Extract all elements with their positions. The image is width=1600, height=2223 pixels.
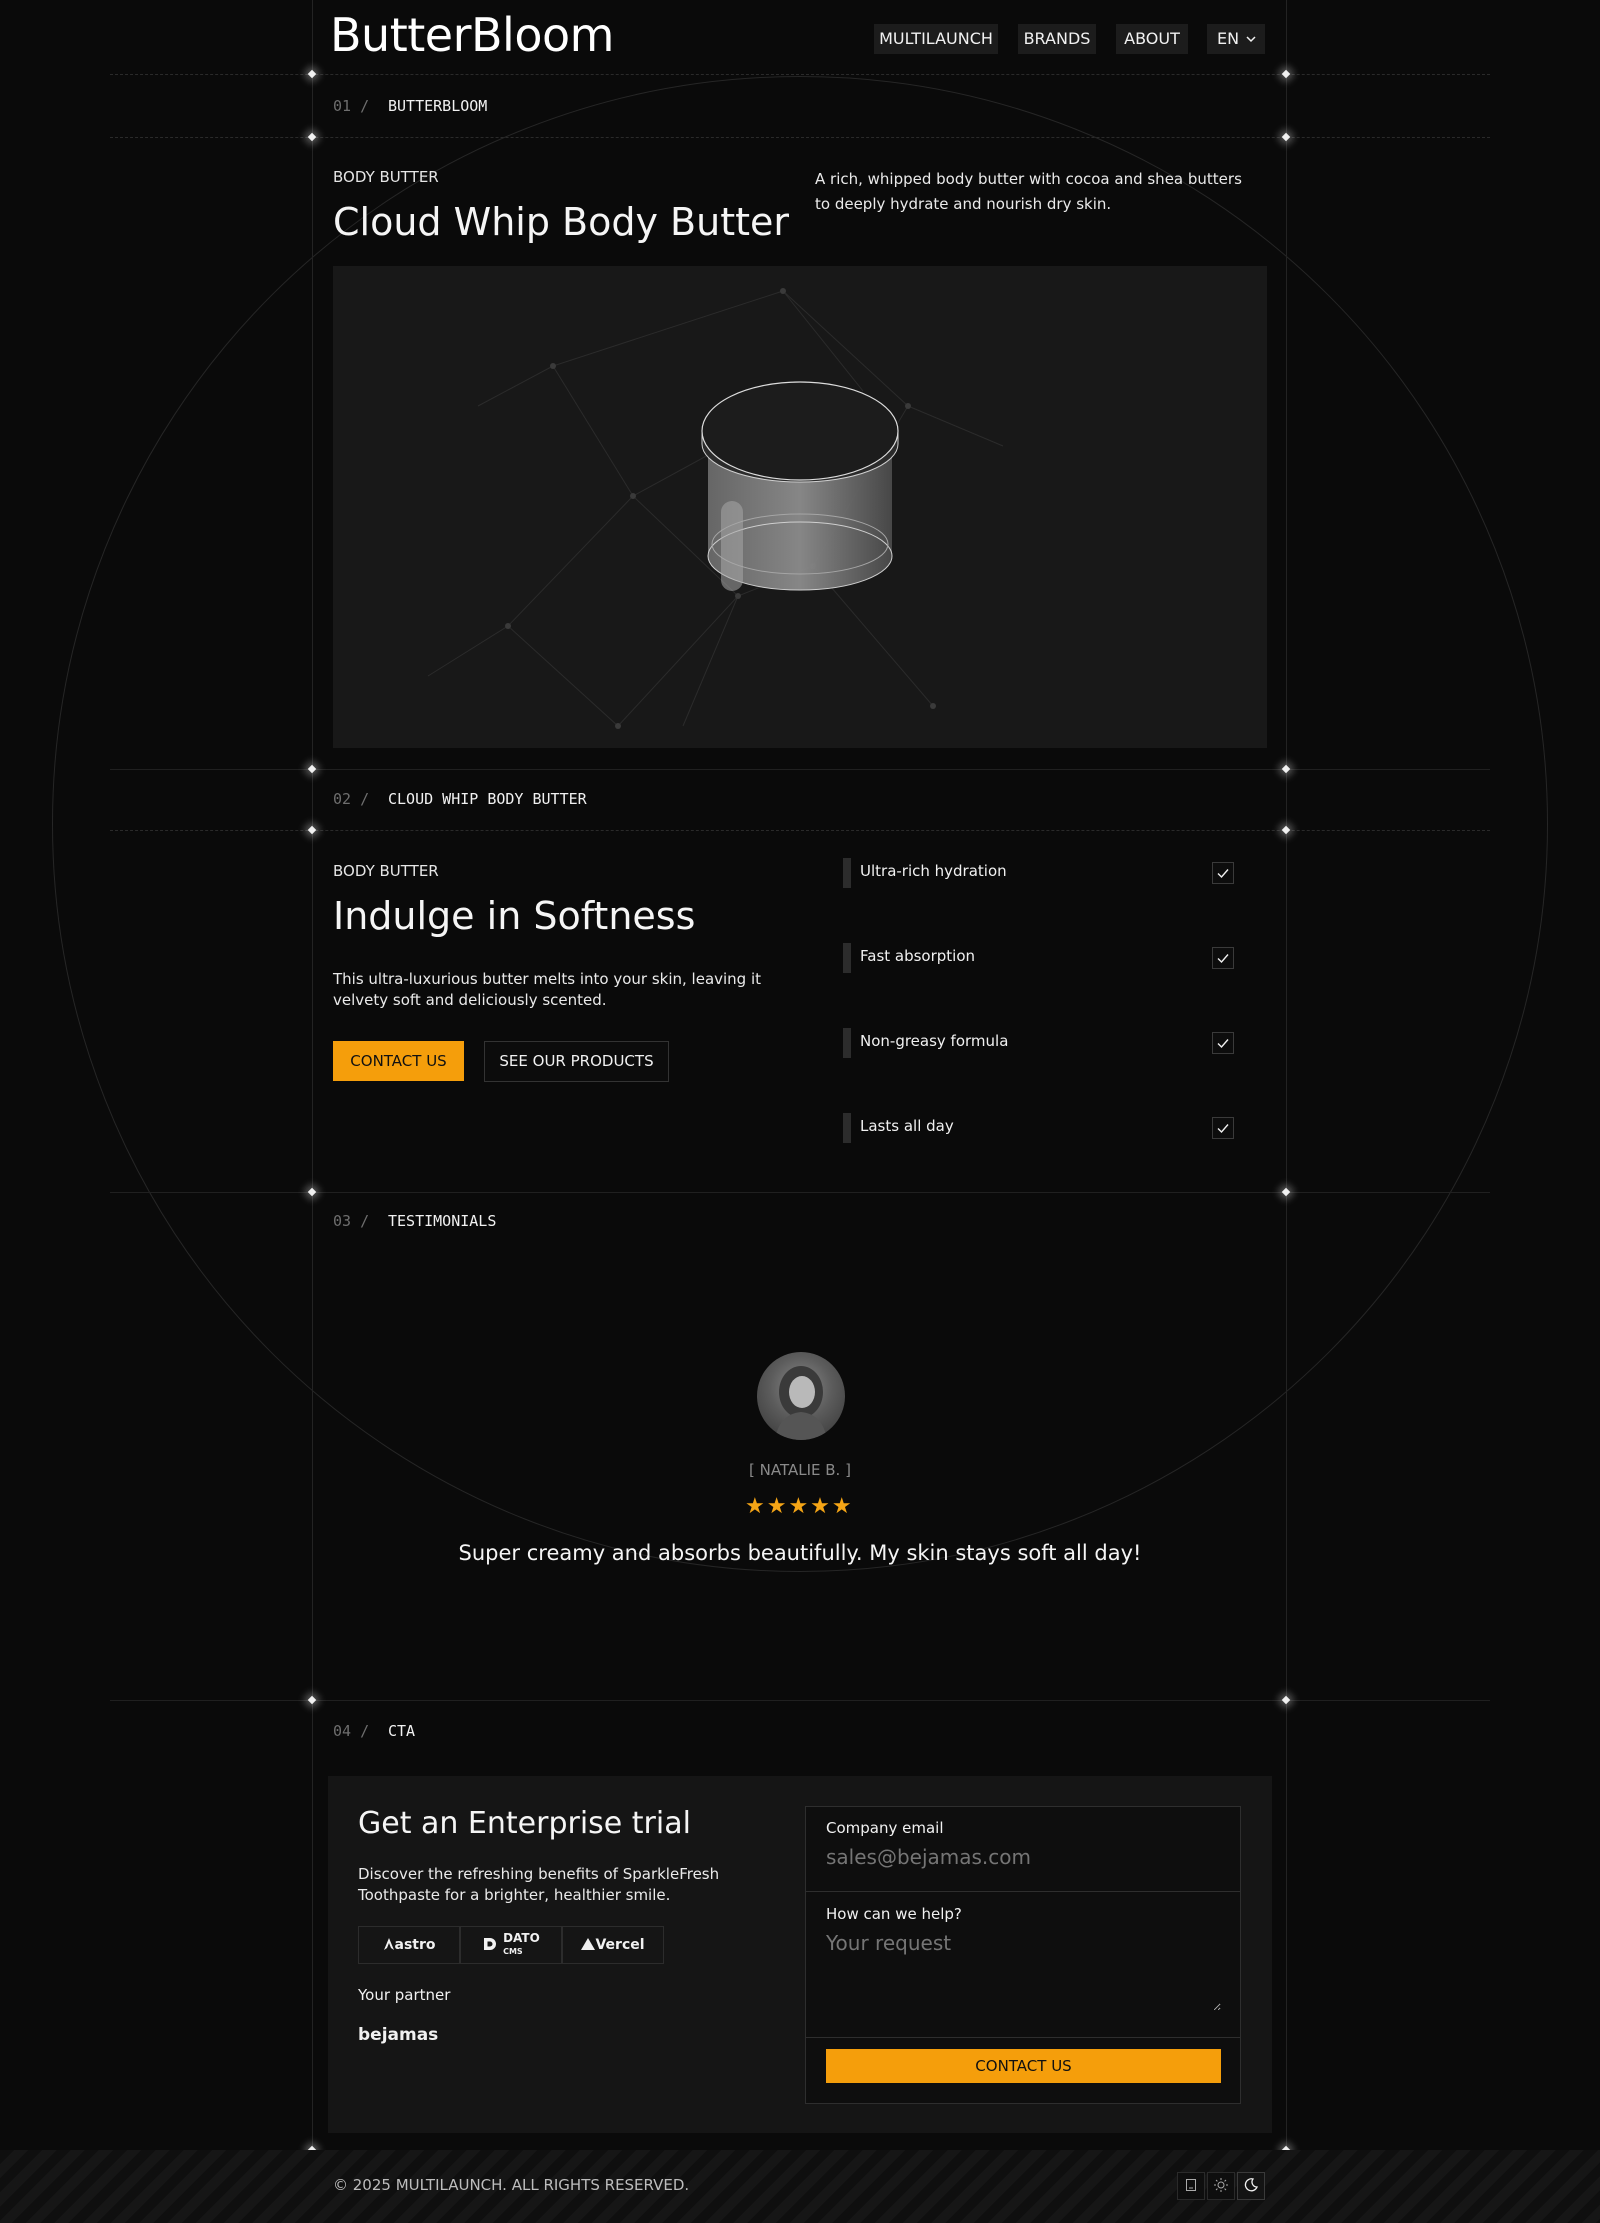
section-number: 04 / bbox=[333, 1722, 370, 1740]
section-number: 03 / bbox=[333, 1212, 370, 1230]
grid-node bbox=[1281, 1695, 1291, 1705]
copyright: © 2025 MULTILAUNCH. ALL RIGHTS RESERVED. bbox=[333, 2176, 690, 2194]
device-icon[interactable] bbox=[1177, 2172, 1205, 2200]
dato-cms-logo: DATO CMS bbox=[460, 1926, 562, 1964]
grid-node bbox=[307, 1695, 317, 1705]
vercel-icon bbox=[581, 1938, 596, 1950]
grid-node bbox=[1281, 69, 1291, 79]
section-title: Indulge in Softness bbox=[333, 894, 696, 938]
feature-marker bbox=[843, 1113, 851, 1143]
testimonial-quote: Super creamy and absorbs beautifully. My… bbox=[458, 1541, 1142, 1565]
grid-node bbox=[1281, 132, 1291, 142]
feature-marker bbox=[843, 1028, 851, 1058]
vercel-logo: Vercel bbox=[562, 1926, 664, 1964]
product-title: Cloud Whip Body Butter bbox=[333, 200, 789, 244]
email-field[interactable] bbox=[826, 1845, 1216, 1869]
section-label: CLOUD WHIP BODY BUTTER bbox=[388, 790, 587, 808]
rating-stars: ★★★★★ bbox=[745, 1494, 854, 1519]
field-divider bbox=[806, 1891, 1240, 1892]
person-portrait bbox=[775, 1366, 827, 1440]
check-icon bbox=[1217, 1039, 1229, 1049]
cta-title: Get an Enterprise trial bbox=[358, 1806, 691, 1841]
sun-icon[interactable] bbox=[1207, 2172, 1235, 2200]
nav-about[interactable]: ABOUT bbox=[1116, 24, 1188, 54]
section-label: TESTIMONIALS bbox=[388, 1212, 497, 1230]
product-jar-illustration bbox=[427, 288, 1004, 729]
language-select[interactable]: EN bbox=[1207, 24, 1265, 54]
section-label: CTA bbox=[388, 1722, 416, 1740]
feature-marker bbox=[843, 943, 851, 973]
cta-description: Discover the refreshing benefits of Spar… bbox=[358, 1865, 720, 1904]
testimonial-author: [ NATALIE B. ] bbox=[749, 1461, 851, 1479]
contact-us-button[interactable]: CONTACT US bbox=[333, 1041, 464, 1081]
footer bbox=[0, 2150, 1600, 2223]
product-category: BODY BUTTER bbox=[333, 862, 439, 880]
grid-node bbox=[307, 132, 317, 142]
brand-logo[interactable]: ButterBloom bbox=[330, 8, 614, 62]
check-icon bbox=[1217, 869, 1229, 879]
grid-node bbox=[307, 69, 317, 79]
request-textarea[interactable] bbox=[826, 1931, 1221, 2011]
section-number: 02 / bbox=[333, 790, 370, 808]
chevron-down-icon bbox=[1246, 36, 1256, 43]
nav-brands[interactable]: BRANDS bbox=[1018, 24, 1096, 54]
grid-line-left bbox=[312, 0, 313, 2150]
feature-marker bbox=[843, 858, 851, 888]
product-category: BODY BUTTER bbox=[333, 168, 439, 186]
language-value: EN bbox=[1217, 29, 1240, 48]
section-label: BUTTERBLOOM bbox=[388, 97, 488, 115]
astro-logo: astro bbox=[358, 1926, 460, 1964]
see-products-button[interactable]: SEE OUR PRODUCTS bbox=[484, 1041, 669, 1082]
feature-label: Ultra-rich hydration bbox=[860, 862, 1007, 880]
submit-button[interactable]: CONTACT US bbox=[826, 2049, 1221, 2083]
email-label: Company email bbox=[826, 1819, 944, 1837]
grid-line-right bbox=[1286, 0, 1287, 2150]
product-hero-image bbox=[333, 266, 1267, 748]
partner-label: Your partner bbox=[358, 1986, 451, 2004]
checkbox[interactable] bbox=[1212, 1032, 1234, 1054]
moon-icon[interactable] bbox=[1237, 2172, 1265, 2200]
feature-label: Non-greasy formula bbox=[860, 1032, 1009, 1050]
check-icon bbox=[1217, 1124, 1229, 1134]
section-description: This ultra-luxurious butter melts into y… bbox=[333, 970, 762, 1009]
checkbox[interactable] bbox=[1212, 1117, 1234, 1139]
checkbox[interactable] bbox=[1212, 947, 1234, 969]
contact-form: Company email How can we help? CONTACT U… bbox=[805, 1806, 1241, 2104]
product-description: A rich, whipped body butter with cocoa a… bbox=[815, 170, 1242, 213]
checkbox[interactable] bbox=[1212, 862, 1234, 884]
section-number: 01 / bbox=[333, 97, 370, 115]
astro-icon bbox=[383, 1938, 394, 1950]
check-icon bbox=[1217, 954, 1229, 964]
feature-label: Fast absorption bbox=[860, 947, 976, 965]
dato-icon bbox=[484, 1938, 497, 1950]
field-divider bbox=[806, 2037, 1240, 2038]
bejamas-logo: bejamas bbox=[358, 2025, 439, 2045]
avatar bbox=[757, 1352, 845, 1440]
nav-multilaunch[interactable]: MULTILAUNCH bbox=[874, 24, 998, 54]
help-label: How can we help? bbox=[826, 1905, 962, 1923]
feature-label: Lasts all day bbox=[860, 1117, 954, 1135]
